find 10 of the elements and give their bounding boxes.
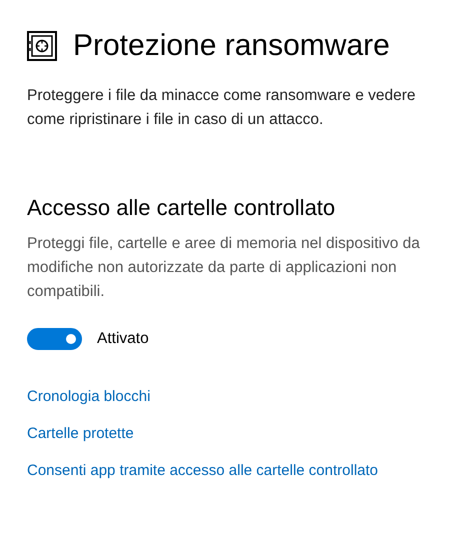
link[interactable]: Cartelle protette xyxy=(27,423,134,444)
safe-icon xyxy=(27,31,57,61)
link[interactable]: Cronologia blocchi xyxy=(27,386,150,407)
link[interactable]: Consenti app tramite accesso alle cartelle controllato xyxy=(27,460,378,481)
page-title: Protezione ransomware xyxy=(73,28,390,64)
toggle-label: Attivato xyxy=(97,330,149,348)
section-heading: Accesso alle cartelle controllato xyxy=(27,194,336,222)
section-description: Proteggi file, cartelle e aree di memoria nel dispositivo da modifiche non autorizzate da parte di applicazioni non compatibili. xyxy=(27,234,421,302)
toggle-switch[interactable] xyxy=(27,328,82,350)
page-description: Proteggere i file da minacce come ransomware e vedere come ripristinare i file in caso di un attacco. xyxy=(27,86,417,130)
